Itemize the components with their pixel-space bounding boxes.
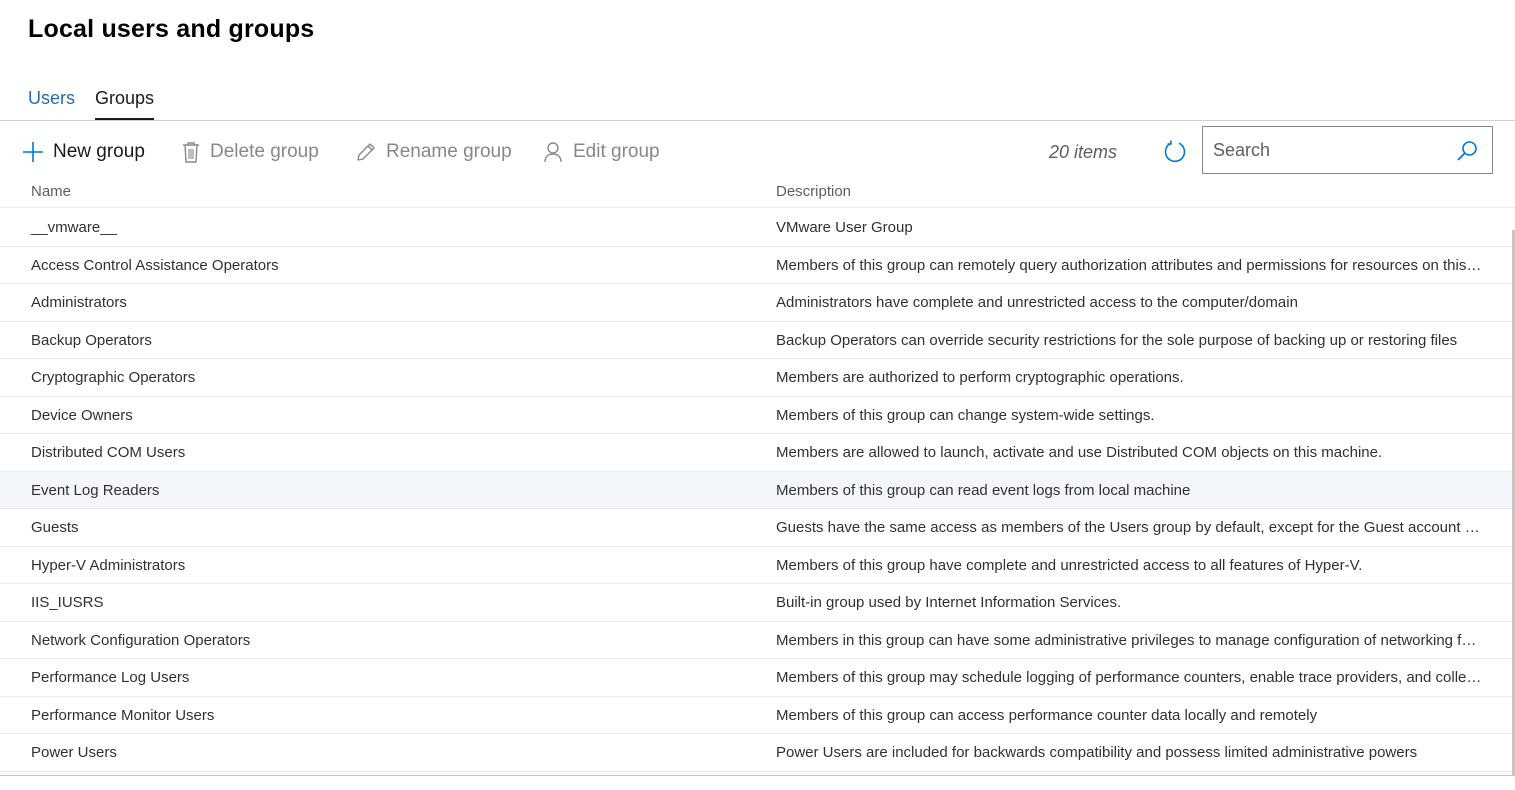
new-group-label: New group xyxy=(53,141,145,162)
group-name-cell: Performance Log Users xyxy=(31,669,190,686)
group-name-cell: __vmware__ xyxy=(31,219,117,236)
trash-icon xyxy=(181,141,201,163)
page-title: Local users and groups xyxy=(28,15,315,43)
table-row[interactable]: Cryptographic Operators Members are autho… xyxy=(0,359,1513,397)
column-header-name[interactable]: Name xyxy=(31,183,71,200)
group-name-cell: Administrators xyxy=(31,294,127,311)
person-icon xyxy=(542,141,564,163)
table-row[interactable]: Power Users Power Users are included for … xyxy=(0,734,1513,772)
toolbar: New group Delete group Rename group Edit… xyxy=(0,126,1515,178)
group-description-cell: Members in this group can have some admi… xyxy=(776,631,1477,649)
group-description-cell: Members of this group can access perform… xyxy=(776,706,1318,724)
rename-group-label: Rename group xyxy=(386,141,512,162)
plus-icon xyxy=(22,141,44,163)
group-description-cell: VMware User Group xyxy=(776,219,913,236)
delete-group-label: Delete group xyxy=(210,141,319,162)
table-row[interactable]: IIS_IUSRS Built-in group used by Internet… xyxy=(0,584,1513,622)
tabs-divider xyxy=(0,120,1515,121)
group-name-cell: Device Owners xyxy=(31,406,133,424)
tab-bar: Users Groups xyxy=(28,86,155,120)
column-header-description[interactable]: Description xyxy=(776,183,851,200)
pencil-icon xyxy=(355,141,377,163)
group-description-cell: Backup Operators can override security r… xyxy=(776,331,1458,349)
table-row[interactable]: Event Log Readers Members of this group c… xyxy=(0,471,1513,509)
refresh-icon[interactable] xyxy=(1162,139,1188,165)
table-row[interactable]: Backup Operators Backup Operators can ove… xyxy=(0,322,1513,359)
group-description-cell: Members of this group have complete and … xyxy=(776,556,1363,574)
search-box xyxy=(1202,126,1493,174)
groups-table-body: __vmware__ VMware User Group Access Contro… xyxy=(0,209,1513,772)
table-row[interactable]: __vmware__ VMware User Group xyxy=(0,209,1513,247)
edit-group-button[interactable]: Edit group xyxy=(542,126,660,178)
group-description-cell: Members are allowed to launch, activate … xyxy=(776,444,1383,461)
group-name-cell: Guests xyxy=(31,519,79,536)
group-description-cell: Power Users are included for backwards c… xyxy=(776,744,1418,761)
group-description-cell: Members of this group can remotely query… xyxy=(776,256,1482,274)
delete-group-button[interactable]: Delete group xyxy=(181,126,319,178)
group-name-cell: Distributed COM Users xyxy=(31,444,186,461)
group-name-cell: Backup Operators xyxy=(31,331,152,349)
group-description-cell: Members of this group can read event log… xyxy=(776,481,1191,499)
bottom-divider xyxy=(0,775,1515,776)
group-description-cell: Guests have the same access as members o… xyxy=(776,519,1484,536)
new-group-button[interactable]: New group xyxy=(22,126,145,178)
table-header: Name Description xyxy=(0,178,1515,208)
table-row[interactable]: Device Owners Members of this group can c… xyxy=(0,397,1513,434)
table-row[interactable]: Access Control Assistance Operators Membe… xyxy=(0,247,1513,284)
table-row[interactable]: Performance Log Users Members of this gro… xyxy=(0,659,1513,697)
edit-group-label: Edit group xyxy=(573,141,660,162)
table-row[interactable]: Performance Monitor Users Members of this… xyxy=(0,697,1513,734)
group-description-cell: Members are authorized to perform crypto… xyxy=(776,369,1184,386)
item-count: 20 items xyxy=(1049,142,1118,162)
table-row[interactable]: Guests Guests have the same access as mem… xyxy=(0,509,1513,547)
group-name-cell: Performance Monitor Users xyxy=(31,706,215,724)
group-description-cell: Built-in group used by Internet Informat… xyxy=(776,594,1122,611)
search-input[interactable] xyxy=(1203,127,1453,173)
group-description-cell: Members of this group can change system-… xyxy=(776,406,1155,424)
search-icon[interactable] xyxy=(1456,140,1478,162)
group-name-cell: IIS_IUSRS xyxy=(31,594,104,611)
group-description-cell: Members of this group may schedule loggi… xyxy=(776,669,1482,686)
table-row[interactable]: Administrators Administrators have comple… xyxy=(0,284,1513,322)
group-name-cell: Network Configuration Operators xyxy=(31,631,251,649)
table-row[interactable]: Distributed COM Users Members are allowed… xyxy=(0,434,1513,472)
group-name-cell: Access Control Assistance Operators xyxy=(31,256,279,274)
table-row[interactable]: Network Configuration Operators Members i… xyxy=(0,622,1513,659)
group-name-cell: Power Users xyxy=(31,744,117,761)
table-row[interactable]: Hyper-V Administrators Members of this gr… xyxy=(0,547,1513,584)
group-name-cell: Hyper-V Administrators xyxy=(31,556,186,574)
group-description-cell: Administrators have complete and unrestr… xyxy=(776,294,1298,311)
tab-groups[interactable]: Groups xyxy=(95,86,155,120)
tab-users[interactable]: Users xyxy=(28,86,75,120)
group-name-cell: Cryptographic Operators xyxy=(31,369,196,386)
rename-group-button[interactable]: Rename group xyxy=(355,126,512,178)
group-name-cell: Event Log Readers xyxy=(31,481,160,499)
